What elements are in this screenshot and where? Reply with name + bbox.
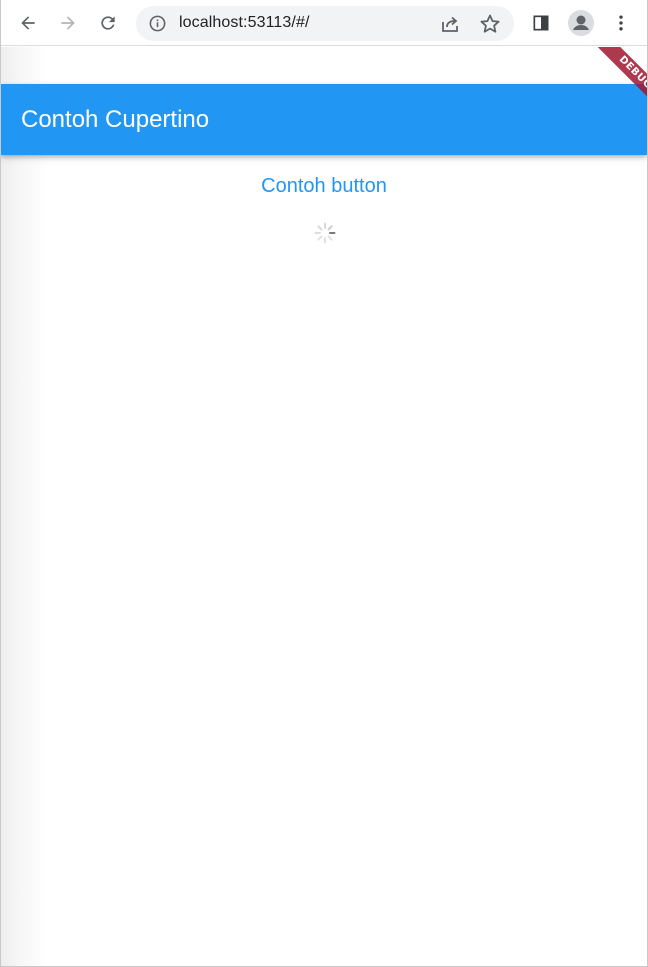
app-viewport: Contoh Cupertino Contoh button [1,47,647,966]
back-arrow-icon [21,16,35,30]
app-bar-title: Contoh Cupertino [21,106,210,133]
profile-avatar-icon [568,10,594,36]
activity-indicator-icon [314,222,336,244]
side-panel-icon [533,15,549,31]
side-panel-button[interactable] [525,7,557,39]
address-bar[interactable]: localhost:53113/#/ [136,6,514,41]
forward-button[interactable] [52,7,84,39]
profile-button[interactable] [565,7,597,39]
forward-arrow-icon [61,16,75,30]
contoh-button[interactable]: Contoh button [261,175,387,197]
back-button[interactable] [12,7,44,39]
browser-toolbar: localhost:53113/#/ [1,0,647,46]
browser-window: localhost:53113/#/ Contoh Cupertino Cont… [0,0,648,967]
app-bar: Contoh Cupertino [1,84,647,155]
browser-menu-button[interactable] [605,7,637,39]
star-icon[interactable] [478,12,502,36]
reload-button[interactable] [92,7,124,39]
info-icon[interactable] [148,14,167,33]
url-text[interactable]: localhost:53113/#/ [179,14,310,32]
contoh-button-row: Contoh button [1,175,647,198]
kebab-menu-icon [619,15,623,31]
share-icon[interactable] [438,12,462,36]
reload-icon [101,16,115,30]
